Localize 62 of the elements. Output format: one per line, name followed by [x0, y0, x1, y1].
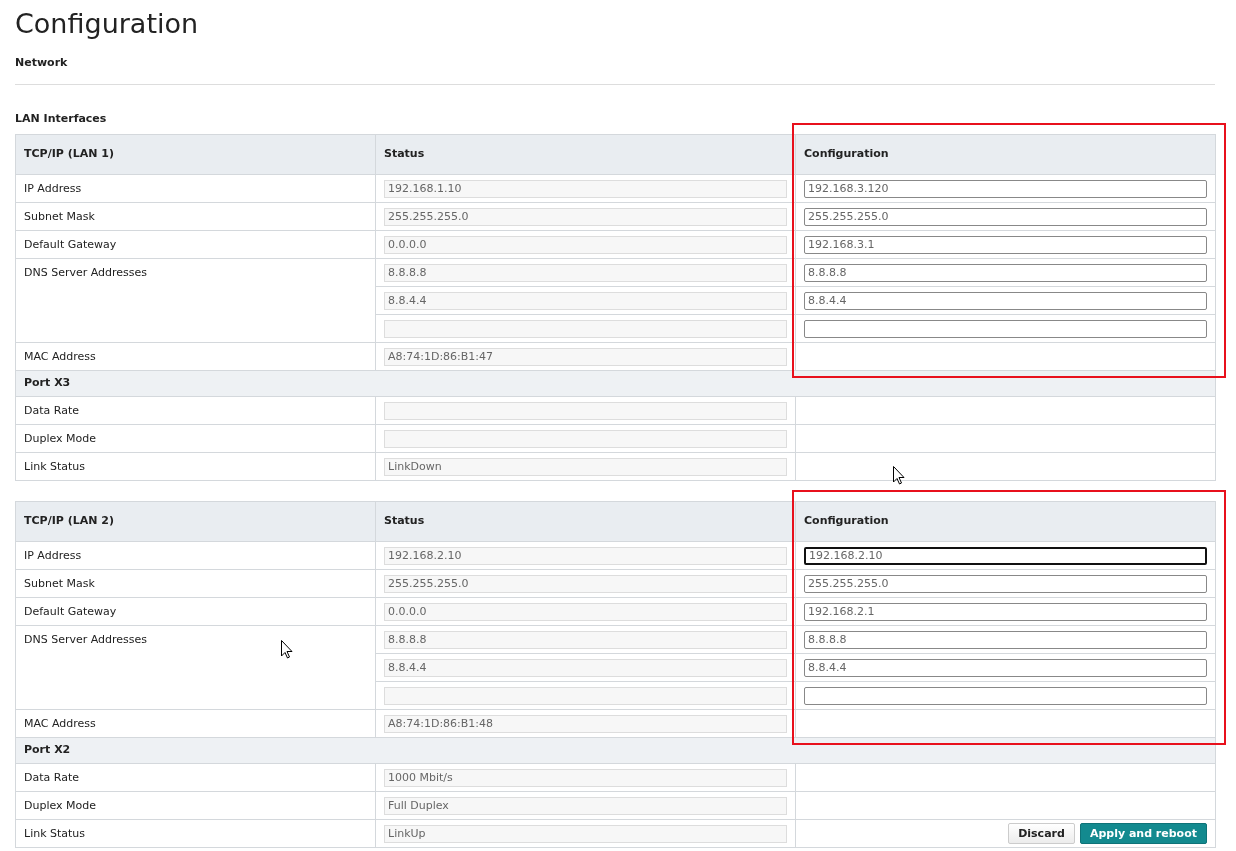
config-field[interactable]: 192.168.3.1 [804, 235, 1207, 254]
row-label: Duplex Mode [15, 791, 376, 820]
status-field[interactable]: 8.8.8.8 [384, 630, 787, 649]
config-field[interactable]: 192.168.2.10 [804, 546, 1207, 565]
status-field[interactable]: 192.168.2.10 [384, 546, 787, 565]
row-label: IP Address [15, 174, 376, 203]
status-field[interactable]: 0.0.0.0 [384, 602, 787, 621]
status-field[interactable]: Full Duplex [384, 796, 787, 815]
group-header: Port X3 [15, 370, 1216, 397]
row-label: Subnet Mask [15, 569, 376, 598]
status-field[interactable]: A8:74:1D:86:B1:48 [384, 714, 787, 733]
config-field[interactable]: 255.255.255.0 [804, 207, 1207, 226]
discard-button[interactable]: Discard [1008, 823, 1075, 844]
row-label: Link Status [15, 819, 376, 848]
config-field[interactable]: 8.8.8.8 [804, 630, 1207, 649]
config-field[interactable]: 255.255.255.0 [804, 574, 1207, 593]
row-label: Default Gateway [15, 597, 376, 626]
row-label: MAC Address [15, 342, 376, 371]
row-label: Data Rate [15, 396, 376, 425]
status-field[interactable] [384, 401, 787, 420]
status-field[interactable]: 192.168.1.10 [384, 179, 787, 198]
row-label: Link Status [15, 452, 376, 481]
row-label: Data Rate [15, 763, 376, 792]
status-field[interactable] [384, 319, 787, 338]
status-field[interactable]: LinkDown [384, 457, 787, 476]
column-header: TCP/IP (LAN 1) [15, 134, 376, 175]
config-field[interactable]: 192.168.2.1 [804, 602, 1207, 621]
status-field[interactable]: LinkUp [384, 824, 787, 843]
config-field[interactable]: 8.8.4.4 [804, 658, 1207, 677]
config-field[interactable] [804, 319, 1207, 338]
status-field[interactable]: 255.255.255.0 [384, 207, 787, 226]
status-field[interactable]: 0.0.0.0 [384, 235, 787, 254]
status-field[interactable]: 8.8.4.4 [384, 291, 787, 310]
status-field[interactable]: 1000 Mbit/s [384, 768, 787, 787]
group-header: Port X2 [15, 737, 1216, 764]
status-field[interactable] [384, 686, 787, 705]
page-title: Configuration [15, 8, 200, 40]
config-field[interactable]: 8.8.8.8 [804, 263, 1207, 282]
status-field[interactable]: 8.8.4.4 [384, 658, 787, 677]
row-label: DNS Server Addresses [15, 258, 376, 343]
section-subtitle: Network [15, 55, 69, 71]
row-label: Default Gateway [15, 230, 376, 259]
status-field[interactable]: 255.255.255.0 [384, 574, 787, 593]
status-field[interactable]: 8.8.8.8 [384, 263, 787, 282]
config-field[interactable]: 192.168.3.120 [804, 179, 1207, 198]
row-label: IP Address [15, 541, 376, 570]
section-title: LAN Interfaces [15, 110, 108, 127]
column-header: TCP/IP (LAN 2) [15, 501, 376, 542]
row-label: Duplex Mode [15, 424, 376, 453]
apply-button[interactable]: Apply and reboot [1079, 823, 1207, 844]
config-field[interactable]: 8.8.4.4 [804, 291, 1207, 310]
config-field[interactable] [804, 686, 1207, 705]
column-header: Status [375, 501, 796, 542]
mouse-pointer-icon [281, 640, 293, 659]
row-label: Subnet Mask [15, 202, 376, 231]
column-header: Configuration [795, 134, 1216, 175]
column-header: Configuration [795, 501, 1216, 542]
status-field[interactable]: A8:74:1D:86:B1:47 [384, 347, 787, 366]
mouse-pointer-icon [893, 466, 905, 485]
row-label: MAC Address [15, 709, 376, 738]
column-header: Status [375, 134, 796, 175]
status-field[interactable] [384, 429, 787, 448]
